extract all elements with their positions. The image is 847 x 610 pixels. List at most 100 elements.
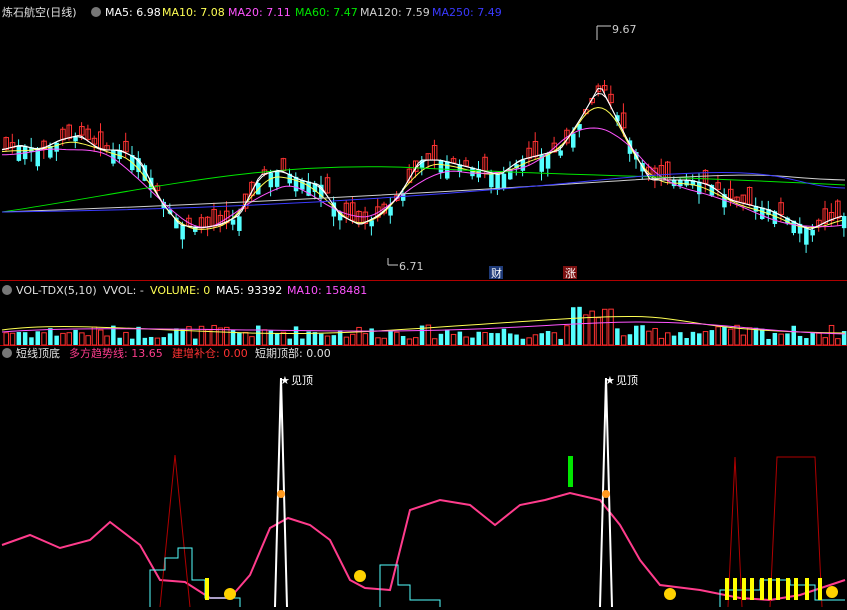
volume-bar [457,331,463,345]
volume-bar [658,337,665,346]
yellow-signal-bar [725,578,729,600]
volume-bar [356,326,362,346]
volume-bar [501,328,507,345]
vol-ma5-label: MA5: 93392 [216,284,282,297]
volume-bar [634,325,639,345]
volume-bar [406,338,413,346]
top-signal-2: ★ 见顶 [605,374,638,387]
volume-bar [791,325,796,345]
top-signal-label-1: 见顶 [291,374,313,387]
chart-title: 炼石航空(日线) [2,5,77,19]
ind-settings-icon[interactable] [2,348,12,358]
volume-bar [29,337,34,345]
volume-bar [564,325,570,346]
volume-bar [293,326,299,345]
volume-bar [22,332,28,345]
volume-bar [9,332,16,346]
volume-bar [702,331,709,346]
finance-tag-label: 财 [491,266,502,280]
volume-bar [16,332,22,345]
smiley-icon [826,586,838,598]
yellow-signal-bar [818,578,822,600]
candle-body [495,173,500,190]
candle-body [804,227,809,245]
volume-bar [545,330,551,345]
volume-bar [816,332,822,346]
ma20-label: MA20: 7.11 [228,6,291,19]
volume-bar [728,328,734,346]
signal-dot-icon [602,490,610,498]
volume-bar [73,329,78,345]
volume-bar [413,337,419,346]
finance-tag[interactable]: 财 [489,266,503,280]
trend-line [1,491,846,602]
volume-bar [362,333,369,346]
candle-body [558,150,563,156]
volume-bar [797,335,803,345]
volume-bar [193,338,198,345]
volume-bar [60,332,66,346]
volume-bar [740,334,747,346]
volume-bar [697,333,702,345]
yellow-signal-bar [750,578,754,600]
candle-body [274,171,280,187]
volume-bar [3,332,9,346]
vol-settings-icon[interactable] [2,285,12,295]
volume-bar [595,317,602,346]
volume-bar [438,333,444,345]
limit-up-tag[interactable]: 涨 [563,266,577,280]
volume-bar [539,333,544,345]
volume-bar [104,335,110,346]
red-peak-1 [159,454,191,608]
candlestick-series [3,79,847,253]
low-price-label: 6.71 [399,260,424,273]
candle-body [841,216,847,229]
volume-bar [532,334,539,346]
yellow-signal-bar [794,578,798,600]
candle-body [180,225,185,240]
yellow-signal-bar [733,578,737,600]
volume-bar [274,333,280,345]
volume-bar [615,328,620,345]
volume-bar [778,333,784,346]
settings-toggle-icon[interactable] [91,7,101,17]
volume-bar [400,335,406,345]
volume-bar [167,333,173,345]
vol-ma10-label: MA10: 158481 [287,284,367,297]
volume-bar [85,335,91,346]
volume-bar [665,332,671,346]
volume-bar [300,338,305,345]
candle-body [760,207,765,219]
volume-bar [760,328,765,345]
stock-chart[interactable]: 9.67 6.71 财 涨 炼石航空(日线) MA5: 6.98 MA10: 7… [0,0,847,610]
volume-bar [526,337,532,346]
candle-body [54,142,59,152]
star-icon: ★ [280,374,290,387]
candle-body [445,161,450,179]
volume-bar [652,327,658,346]
high-annotation: 9.67 [596,23,637,40]
volume-bar [48,328,53,345]
star-icon: ★ [605,374,615,387]
volume-bar [520,338,526,345]
volume-bar [753,327,759,345]
yellow-signal-bar [776,578,780,600]
candle-body [810,229,815,236]
volume-bar [684,338,689,345]
yellow-signal-bar [742,578,746,600]
yellow-signal-bar [205,578,209,600]
volume-bar [98,329,104,346]
volume-bar [268,330,274,345]
volume-bar [388,330,393,345]
volume-bar [640,325,645,345]
candle-body [237,216,242,231]
volume-bar [602,308,608,346]
volume-bar [261,329,268,346]
volume-series [1,306,847,346]
volume-bar [577,306,582,345]
volume-bar [678,332,683,345]
vvol-label: VVOL: - [103,284,144,297]
volume-bar [709,330,715,345]
volume-bar [91,326,98,346]
volume-bar [249,336,255,346]
